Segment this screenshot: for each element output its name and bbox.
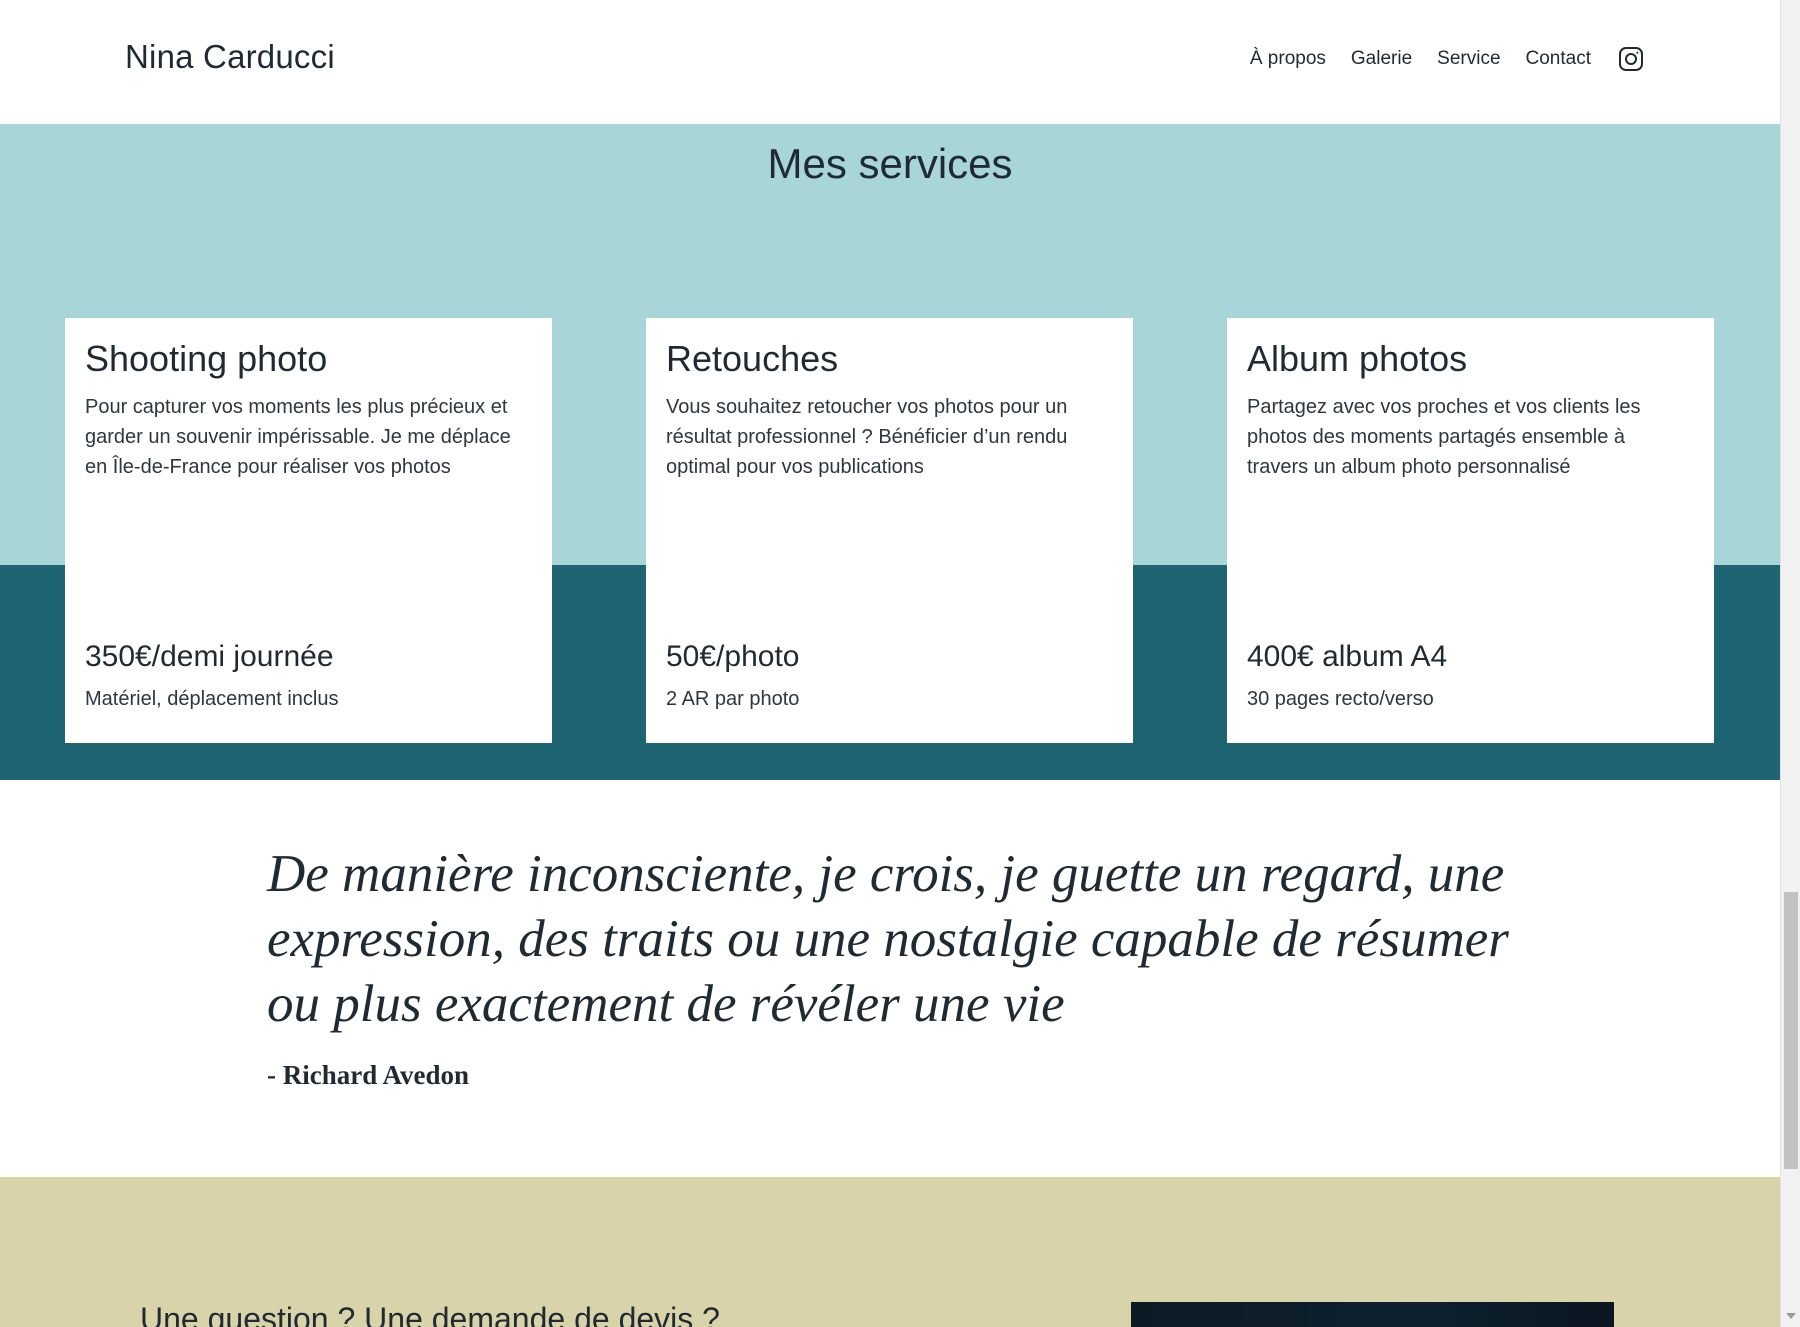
quote-author: - Richard Avedon bbox=[267, 1060, 470, 1090]
service-card-title: Shooting photo bbox=[85, 338, 328, 379]
contact-title: Une question ? Une demande de devis ? bbox=[140, 1301, 720, 1327]
scroll-down-arrow-icon[interactable] bbox=[1786, 1313, 1796, 1319]
service-card-price: 50€/photo bbox=[666, 640, 800, 673]
services-title: Mes services bbox=[767, 140, 1013, 187]
service-card-note: 2 AR par photo bbox=[666, 688, 800, 710]
services-section: Mes services Shooting photo Pour capture… bbox=[0, 124, 1780, 780]
nav-link-contact[interactable]: Contact bbox=[1526, 48, 1591, 70]
scrollbar-thumb[interactable] bbox=[1784, 892, 1798, 1169]
nav-link-service[interactable]: Service bbox=[1437, 48, 1500, 70]
quote-section: De manière inconsciente, je crois, je gu… bbox=[0, 780, 1780, 1177]
service-card-album: Album photos Partagez avec vos proches e… bbox=[1227, 318, 1714, 743]
nav-link-a-propos[interactable]: À propos bbox=[1250, 48, 1326, 70]
service-card-note: 30 pages recto/verso bbox=[1247, 688, 1434, 710]
service-card-retouches: Retouches Vous souhaitez retoucher vos p… bbox=[646, 318, 1133, 743]
service-card-price: 350€/demi journée bbox=[85, 640, 334, 673]
service-card-description: Vous souhaitez retoucher vos photos pour… bbox=[666, 396, 1068, 478]
page-scrollbar[interactable] bbox=[1780, 0, 1800, 1327]
service-card-title: Retouches bbox=[666, 338, 839, 379]
service-card-note: Matériel, déplacement inclus bbox=[85, 688, 339, 710]
service-card-description: Pour capturer vos moments les plus préci… bbox=[85, 396, 511, 478]
contact-section: Une question ? Une demande de devis ? bbox=[0, 1177, 1780, 1327]
nav-link-galerie[interactable]: Galerie bbox=[1351, 48, 1412, 70]
main-nav: À propos Galerie Service Contact bbox=[1250, 46, 1644, 72]
service-card-title: Album photos bbox=[1247, 338, 1468, 379]
service-card-price: 400€ album A4 bbox=[1247, 640, 1448, 673]
site-logo[interactable]: Nina Carducci bbox=[125, 38, 335, 76]
contact-photo bbox=[1131, 1302, 1614, 1327]
page: Nina Carducci À propos Galerie Service C… bbox=[0, 0, 1780, 1327]
service-card-shooting: Shooting photo Pour capturer vos moments… bbox=[65, 318, 552, 743]
service-card-description: Partagez avec vos proches et vos clients… bbox=[1247, 396, 1641, 478]
site-header: Nina Carducci À propos Galerie Service C… bbox=[0, 0, 1780, 124]
quote-text: De manière inconsciente, je crois, je gu… bbox=[267, 845, 1509, 1033]
instagram-icon[interactable] bbox=[1618, 46, 1644, 72]
